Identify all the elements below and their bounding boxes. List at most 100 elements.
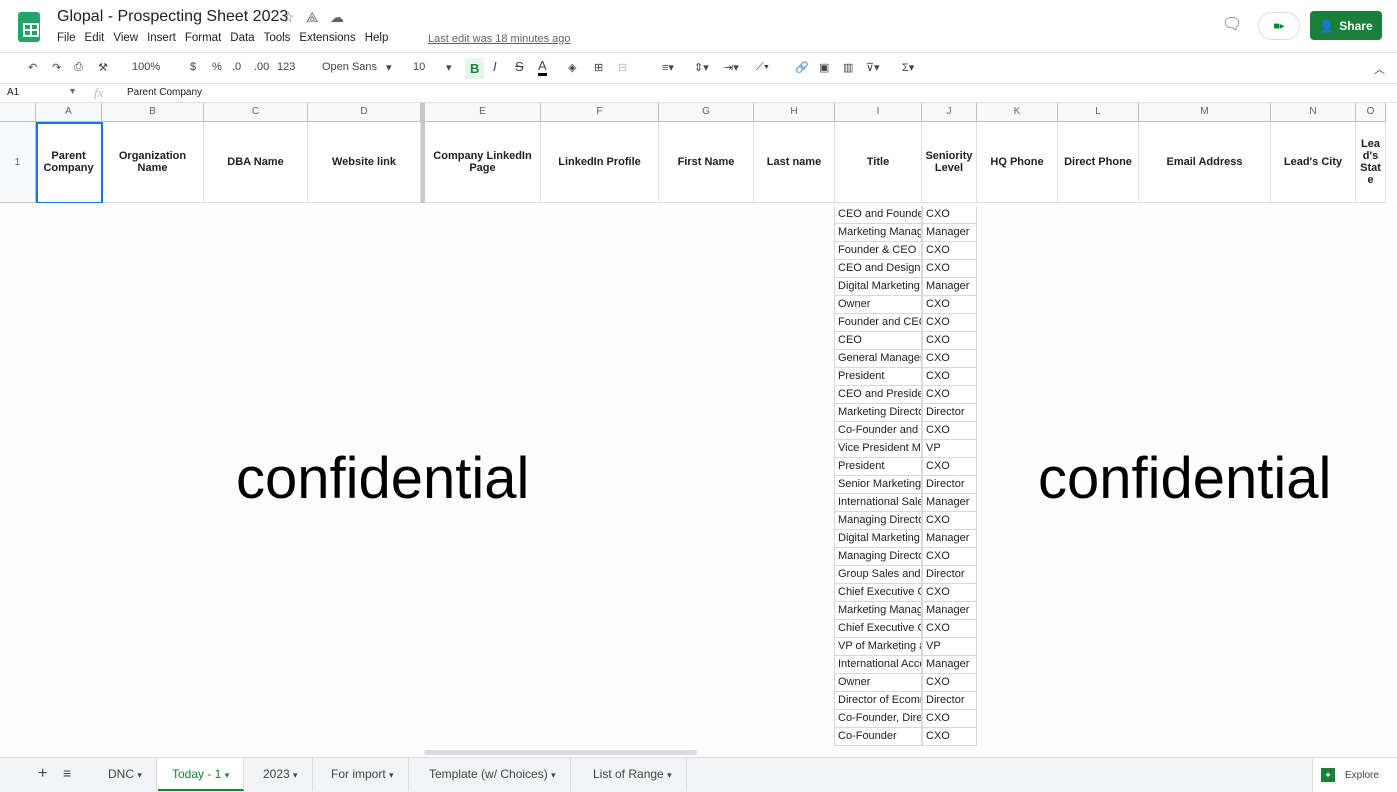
sheet-tab[interactable]: For import ▾ — [317, 758, 409, 791]
font-size-select[interactable]: 10 — [413, 61, 425, 73]
title-cell[interactable]: CEO and President — [834, 386, 922, 404]
font-select[interactable]: Open Sans — [322, 61, 377, 73]
print-icon[interactable]: ⎙ — [74, 61, 83, 74]
comment-icon[interactable]: ▣ — [819, 61, 829, 74]
title-cell[interactable]: Vice President Marketing — [834, 440, 922, 458]
seniority-cell[interactable]: Manager — [922, 494, 977, 512]
title-cell[interactable]: International Sales — [834, 494, 922, 512]
all-sheets-icon[interactable]: ≡ — [63, 765, 71, 781]
chevron-down-icon[interactable]: ▾ — [137, 770, 142, 780]
chevron-down-icon[interactable]: ▾ — [446, 61, 452, 74]
chevron-down-icon[interactable]: ▾ — [386, 61, 392, 74]
header-cell[interactable]: Last name — [754, 122, 835, 203]
bold-button[interactable]: B — [465, 58, 485, 79]
seniority-cell[interactable]: Director — [922, 404, 977, 422]
title-cell[interactable]: Managing Director — [834, 512, 922, 530]
percent-button[interactable]: % — [212, 61, 222, 73]
chevron-down-icon[interactable]: ▾ — [667, 770, 672, 780]
column-header-h[interactable]: H — [754, 103, 835, 122]
undo-icon[interactable]: ↶ — [28, 61, 37, 74]
column-header-g[interactable]: G — [659, 103, 754, 122]
zoom-select[interactable]: 100% — [132, 61, 160, 73]
sheet-tab[interactable]: 2023 ▾ — [249, 758, 313, 791]
chevron-down-icon[interactable]: ▾ — [551, 770, 556, 780]
vertical-align-icon[interactable]: ⇕▾ — [694, 61, 709, 74]
seniority-cell[interactable]: CXO — [922, 512, 977, 530]
row-header-1[interactable]: 1 — [0, 122, 36, 203]
text-rotation-icon[interactable]: ⟋▾ — [756, 61, 769, 74]
text-color-button[interactable]: A — [538, 58, 547, 76]
menu-extensions[interactable]: Extensions — [299, 32, 355, 44]
chevron-down-icon[interactable]: ▾ — [389, 770, 394, 780]
seniority-cell[interactable]: Director — [922, 476, 977, 494]
header-cell[interactable]: Lea d's Stat e — [1356, 122, 1386, 203]
menu-view[interactable]: View — [113, 32, 138, 44]
seniority-cell[interactable]: CXO — [922, 458, 977, 476]
header-cell[interactable]: LinkedIn Profile — [541, 122, 659, 203]
column-header-a[interactable]: A — [36, 103, 102, 122]
chevron-down-icon[interactable]: ▾ — [225, 770, 230, 780]
sheet-tab[interactable]: Template (w/ Choices) ▾ — [415, 758, 571, 791]
chevron-down-icon[interactable]: ▾ — [70, 86, 75, 97]
text-wrap-icon[interactable]: ⇥▾ — [724, 61, 739, 74]
comment-history-icon[interactable]: 🗨 — [1222, 14, 1242, 34]
header-cell[interactable]: Lead's City — [1271, 122, 1356, 203]
seniority-cell[interactable]: CXO — [922, 620, 977, 638]
meet-button[interactable]: ■▸ — [1258, 12, 1300, 40]
seniority-cell[interactable]: CXO — [922, 710, 977, 728]
redo-icon[interactable]: ↷ — [52, 61, 61, 74]
sheets-logo[interactable] — [18, 12, 40, 42]
seniority-cell[interactable]: CXO — [922, 584, 977, 602]
seniority-cell[interactable]: Director — [922, 692, 977, 710]
frozen-column-divider[interactable] — [421, 103, 425, 203]
seniority-cell[interactable]: CXO — [922, 422, 977, 440]
menu-file[interactable]: File — [57, 32, 76, 44]
column-header-e[interactable]: E — [425, 103, 541, 122]
seniority-cell[interactable]: CXO — [922, 728, 977, 746]
seniority-cell[interactable]: CXO — [922, 386, 977, 404]
column-header-j[interactable]: J — [922, 103, 977, 122]
seniority-cell[interactable]: Manager — [922, 656, 977, 674]
title-cell[interactable]: Senior Marketing — [834, 476, 922, 494]
seniority-cell[interactable]: CXO — [922, 296, 977, 314]
formula-input[interactable]: Parent Company — [127, 87, 202, 98]
title-cell[interactable]: Managing Director — [834, 548, 922, 566]
borders-icon[interactable]: ⊞ — [594, 61, 603, 74]
menu-insert[interactable]: Insert — [147, 32, 176, 44]
title-cell[interactable]: Owner — [834, 674, 922, 692]
align-left-icon[interactable]: ≡▾ — [662, 61, 674, 74]
title-cell[interactable]: VP of Marketing and — [834, 638, 922, 656]
chevron-down-icon[interactable]: ▾ — [293, 770, 298, 780]
header-cell[interactable]: Email Address — [1139, 122, 1271, 203]
header-cell[interactable]: Website link — [308, 122, 421, 203]
explore-button[interactable]: ✦ Explore — [1312, 758, 1397, 792]
menu-edit[interactable]: Edit — [85, 32, 105, 44]
sheet-tab[interactable]: List of Range ▾ — [579, 758, 687, 791]
sheet-tab[interactable]: DNC ▾ — [94, 758, 157, 791]
name-box[interactable]: A1 — [7, 87, 19, 98]
share-button[interactable]: 👤 Share — [1310, 11, 1382, 40]
header-cell[interactable]: Company LinkedIn Page — [425, 122, 541, 203]
title-cell[interactable]: Co-Founder — [834, 728, 922, 746]
column-header-m[interactable]: M — [1139, 103, 1271, 122]
menu-help[interactable]: Help — [365, 32, 389, 44]
column-header-o[interactable]: O — [1356, 103, 1386, 122]
title-cell[interactable]: Co-Founder, Director — [834, 710, 922, 728]
title-cell[interactable]: CEO and Designer — [834, 260, 922, 278]
strikethrough-button[interactable]: S — [515, 59, 524, 74]
seniority-cell[interactable]: VP — [922, 638, 977, 656]
title-cell[interactable]: Chief Executive Officer — [834, 620, 922, 638]
title-cell[interactable]: Founder & CEO — [834, 242, 922, 260]
title-cell[interactable]: Founder and CEO — [834, 314, 922, 332]
link-icon[interactable]: 🔗 — [795, 61, 809, 74]
title-cell[interactable]: Group Sales and — [834, 566, 922, 584]
star-icon[interactable]: ☆ — [282, 9, 295, 26]
seniority-cell[interactable]: CXO — [922, 242, 977, 260]
sheet-tab[interactable]: Today - 1 ▾ — [158, 758, 245, 791]
seniority-cell[interactable]: CXO — [922, 350, 977, 368]
header-cell[interactable]: Direct Phone — [1058, 122, 1139, 203]
title-cell[interactable]: Marketing Manager — [834, 602, 922, 620]
seniority-cell[interactable]: VP — [922, 440, 977, 458]
column-header-k[interactable]: K — [977, 103, 1058, 122]
seniority-cell[interactable]: Manager — [922, 602, 977, 620]
